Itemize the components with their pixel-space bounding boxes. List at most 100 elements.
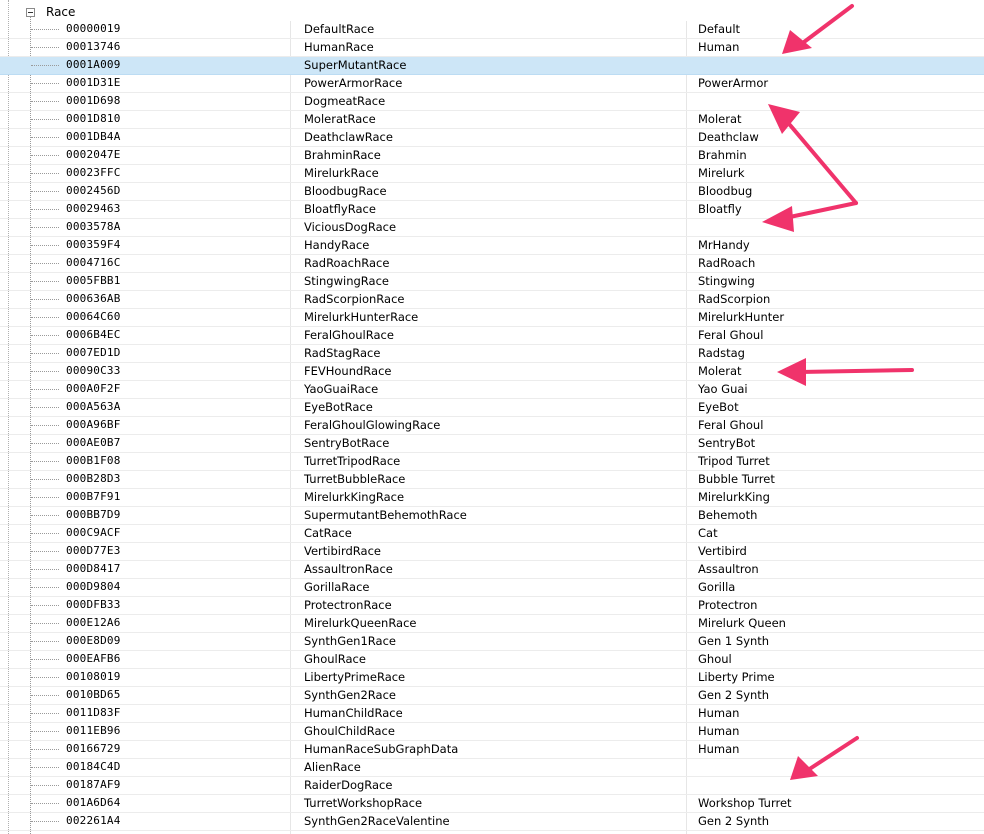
table-row[interactable]: 0011EB96 GhoulChildRace Human (0, 723, 984, 741)
collapse-icon[interactable] (26, 8, 35, 17)
race-tree-view[interactable]: Race 00000019 DefaultRace Default 00013746 H… (0, 0, 984, 834)
table-row[interactable]: 000AE0B7 SentryBotRace SentryBot (0, 435, 984, 453)
table-row[interactable]: 0005FBB1 StingwingRace Stingwing (0, 273, 984, 291)
table-row[interactable]: 0001D810 MoleratRace Molerat (0, 111, 984, 129)
table-row[interactable]: 0001A009 SuperMutantRace (0, 57, 984, 75)
table-row[interactable]: 00090C33 FEVHoundRace Molerat (0, 363, 984, 381)
row-form-id: 00184C4D (66, 760, 121, 773)
row-display-name: Ghoul (698, 652, 732, 666)
table-row[interactable]: 000E12A6 MirelurkQueenRace Mirelurk Queen (0, 615, 984, 633)
table-row[interactable]: 0001DB4A DeathclawRace Deathclaw (0, 129, 984, 147)
table-row[interactable]: 0003578A ViciousDogRace (0, 219, 984, 237)
record-list: 00000019 DefaultRace Default 00013746 HumanR… (0, 21, 984, 831)
row-display-name: Bloatfly (698, 202, 742, 216)
tree-branch-line (31, 623, 59, 624)
table-row[interactable]: 000E8D09 SynthGen1Race Gen 1 Synth (0, 633, 984, 651)
tree-root-node[interactable]: Race (0, 2, 984, 20)
row-display-name: RadRoach (698, 256, 756, 270)
table-row[interactable]: 0010BD65 SynthGen2Race Gen 2 Synth (0, 687, 984, 705)
table-row[interactable]: 0001D698 DogmeatRace (0, 93, 984, 111)
row-form-id: 0002047E (66, 148, 121, 161)
row-form-id: 000BB7D9 (66, 508, 121, 521)
tree-branch-line (31, 821, 59, 822)
table-row[interactable]: 000D77E3 VertibirdRace Vertibird (0, 543, 984, 561)
row-editor-id: MoleratRace (304, 112, 376, 126)
table-row[interactable]: 000BB7D9 SupermutantBehemothRace Behemoth (0, 507, 984, 525)
table-row[interactable]: 00023FFC MirelurkRace Mirelurk (0, 165, 984, 183)
tree-branch-line (31, 119, 59, 120)
table-row[interactable]: 0002047E BrahminRace Brahmin (0, 147, 984, 165)
row-form-id: 000EAFB6 (66, 652, 121, 665)
row-editor-id: FEVHoundRace (304, 364, 392, 378)
table-row[interactable]: 002261A4 SynthGen2RaceValentine Gen 2 Synt… (0, 813, 984, 831)
row-form-id: 000B7F91 (66, 490, 121, 503)
table-row[interactable]: 000A0F2F YaoGuaiRace Yao Guai (0, 381, 984, 399)
tree-branch-line (31, 785, 59, 786)
tree-branch-line (31, 605, 59, 606)
row-editor-id: HumanChildRace (304, 706, 403, 720)
table-row[interactable]: 000A96BF FeralGhoulGlowingRace Feral Ghoul (0, 417, 984, 435)
table-row[interactable]: 000EAFB6 GhoulRace Ghoul (0, 651, 984, 669)
table-row[interactable]: 00187AF9 RaiderDogRace (0, 777, 984, 795)
table-row[interactable]: 00184C4D AlienRace (0, 759, 984, 777)
row-editor-id: VertibirdRace (304, 544, 381, 558)
table-row[interactable]: 000B7F91 MirelurkKingRace MirelurkKing (0, 489, 984, 507)
table-row[interactable]: 00064C60 MirelurkHunterRace MirelurkHunter (0, 309, 984, 327)
table-row[interactable]: 00000019 DefaultRace Default (0, 21, 984, 39)
row-editor-id: RadStagRace (304, 346, 381, 360)
table-row[interactable]: 0001D31E PowerArmorRace PowerArmor (0, 75, 984, 93)
row-editor-id: ProtectronRace (304, 598, 392, 612)
row-form-id: 000A0F2F (66, 382, 121, 395)
row-display-name: Feral Ghoul (698, 328, 764, 342)
table-row[interactable]: 000B28D3 TurretBubbleRace Bubble Turret (0, 471, 984, 489)
row-form-id: 00166729 (66, 742, 121, 755)
table-row[interactable]: 00029463 BloatflyRace Bloatfly (0, 201, 984, 219)
row-display-name: Brahmin (698, 148, 747, 162)
row-form-id: 000359F4 (66, 238, 121, 251)
tree-branch-line (31, 659, 59, 660)
tree-branch-line (31, 533, 59, 534)
table-row[interactable]: 0007ED1D RadStagRace Radstag (0, 345, 984, 363)
table-row[interactable]: 000A563A EyeBotRace EyeBot (0, 399, 984, 417)
row-editor-id: StingwingRace (304, 274, 389, 288)
table-row[interactable]: 0004716C RadRoachRace RadRoach (0, 255, 984, 273)
table-row[interactable]: 000D8417 AssaultronRace Assaultron (0, 561, 984, 579)
row-editor-id: GorillaRace (304, 580, 370, 594)
table-row[interactable]: 00013746 HumanRace Human (0, 39, 984, 57)
row-editor-id: YaoGuaiRace (304, 382, 379, 396)
tree-branch-line (31, 479, 59, 480)
table-row[interactable]: 0011D83F HumanChildRace Human (0, 705, 984, 723)
table-row[interactable]: 000359F4 HandyRace MrHandy (0, 237, 984, 255)
row-form-id: 00090C33 (66, 364, 121, 377)
tree-branch-line (31, 227, 59, 228)
row-editor-id: SynthGen2RaceValentine (304, 814, 450, 828)
row-form-id: 000C9ACF (66, 526, 121, 539)
row-editor-id: AssaultronRace (304, 562, 393, 576)
row-editor-id: LibertyPrimeRace (304, 670, 406, 684)
tree-branch-line (31, 335, 59, 336)
table-row[interactable]: 000636AB RadScorpionRace RadScorpion (0, 291, 984, 309)
tree-branch-line (31, 245, 59, 246)
row-form-id: 0004716C (66, 256, 121, 269)
table-row[interactable]: 000DFB33 ProtectronRace Protectron (0, 597, 984, 615)
tree-branch-line (31, 461, 59, 462)
row-display-name: Mirelurk Queen (698, 616, 786, 630)
tree-branch-line (31, 191, 59, 192)
tree-branch-line (31, 47, 59, 48)
row-form-id: 000A563A (66, 400, 121, 413)
table-row[interactable]: 000C9ACF CatRace Cat (0, 525, 984, 543)
table-row[interactable]: 00166729 HumanRaceSubGraphData Human (0, 741, 984, 759)
table-row[interactable]: 000B1F08 TurretTripodRace Tripod Turret (0, 453, 984, 471)
row-editor-id: HandyRace (304, 238, 370, 252)
row-display-name: Tripod Turret (698, 454, 770, 468)
table-row[interactable]: 0006B4EC FeralGhoulRace Feral Ghoul (0, 327, 984, 345)
row-display-name: Gen 1 Synth (698, 634, 770, 648)
row-form-id: 000E8D09 (66, 634, 121, 647)
row-editor-id: TurretTripodRace (304, 454, 401, 468)
table-row[interactable]: 0002456D BloodbugRace Bloodbug (0, 183, 984, 201)
table-row[interactable]: 00108019 LibertyPrimeRace Liberty Prime (0, 669, 984, 687)
tree-branch-line (31, 83, 59, 84)
table-row[interactable]: 001A6D64 TurretWorkshopRace Workshop Turre… (0, 795, 984, 813)
row-display-name: Cat (698, 526, 718, 540)
table-row[interactable]: 000D9804 GorillaRace Gorilla (0, 579, 984, 597)
